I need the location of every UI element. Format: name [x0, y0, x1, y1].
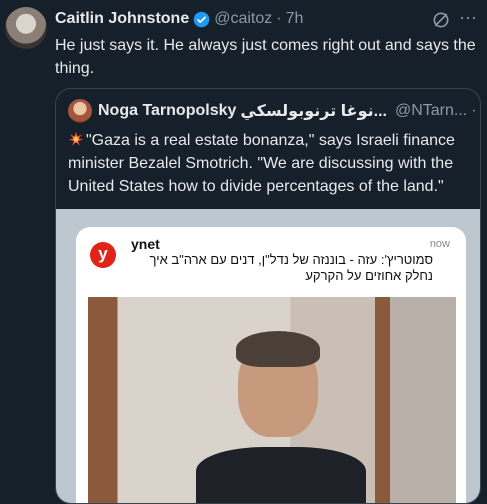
quoted-tweet-text: "Gaza is a real estate bonanza," says Is… — [68, 132, 455, 195]
tweet[interactable]: Caitlin Johnstone @caitoz · 7h ··· He ju… — [0, 0, 487, 504]
more-options-icon[interactable]: ··· — [457, 8, 479, 30]
ynet-headline: סמוטריץ': עזה - בוננזה של נדל"ן, דנים עם… — [149, 252, 433, 283]
quoted-separator-dot: · — [471, 102, 477, 119]
quoted-media[interactable]: y ynet now סמוטריץ': עזה - בוננזה של נדל… — [56, 209, 480, 503]
person-body — [196, 447, 366, 503]
ynet-logo: y — [90, 242, 116, 268]
quoted-author-name[interactable]: Noga Tarnopolsky — [98, 102, 236, 120]
ynet-source: ynet — [131, 236, 160, 252]
tweet-time[interactable]: 7h — [286, 10, 304, 28]
tweet-header: Caitlin Johnstone @caitoz · 7h — [55, 8, 477, 30]
author-avatar[interactable] — [5, 7, 47, 49]
quoted-author-arabic-name[interactable]: نوغا ترنوبولسكي... — [240, 101, 387, 121]
quoted-tweet-text-block: "Gaza is a real estate bonanza," says Is… — [68, 129, 473, 198]
quoted-author-avatar[interactable] — [68, 99, 92, 123]
tweet-text: He just says it. He always just comes ri… — [55, 37, 476, 77]
quoted-tweet[interactable]: Noga Tarnopolsky نوغا ترنوبولسكي... @NTa… — [55, 88, 481, 504]
collision-emoji-icon — [68, 131, 84, 146]
ynet-card-screenshot: y ynet now סמוטריץ': עזה - בוננזה של נדל… — [76, 227, 466, 503]
quoted-author-handle[interactable]: @NTarn... — [395, 102, 467, 120]
author-handle[interactable]: @caitoz — [214, 10, 272, 28]
quoted-tweet-header: Noga Tarnopolsky نوغا ترنوبولسكي... @NTa… — [68, 99, 477, 123]
person-hair — [236, 331, 320, 367]
verified-badge-icon — [193, 11, 210, 27]
ynet-time: now — [429, 238, 450, 250]
news-photo — [88, 297, 456, 503]
author-name[interactable]: Caitlin Johnstone — [55, 10, 189, 28]
grok-icon[interactable] — [431, 10, 451, 30]
separator-dot: · — [276, 10, 282, 27]
